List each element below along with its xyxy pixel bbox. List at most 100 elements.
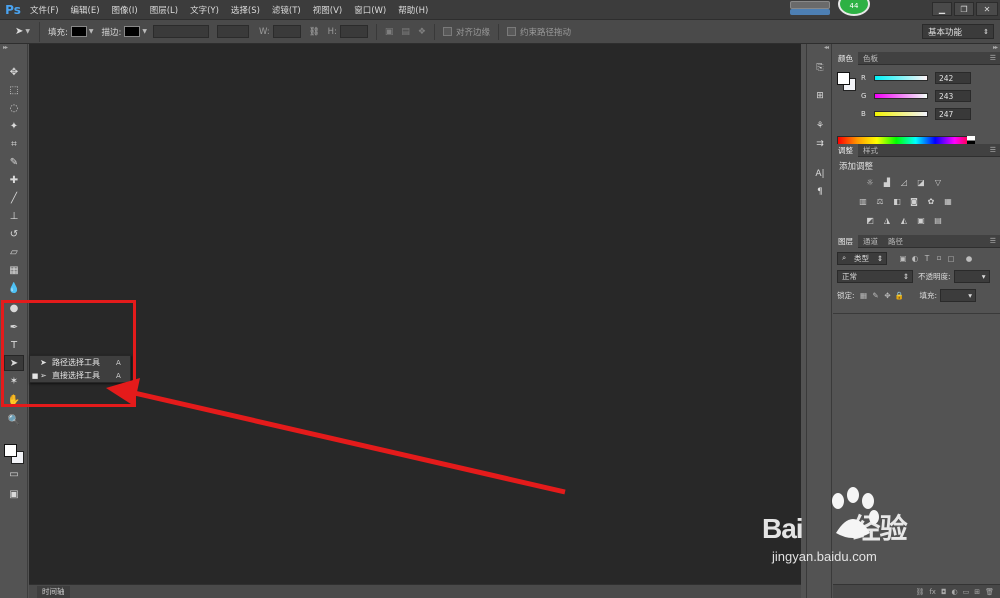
foreground-color[interactable] [837, 72, 850, 85]
photo-filter-icon[interactable]: ◙ [907, 195, 921, 207]
constrain-path-checkbox[interactable] [506, 27, 516, 36]
lock-image-icon[interactable]: ✎ [870, 291, 882, 300]
tab-styles[interactable]: 样式 [858, 144, 883, 157]
collapse-icon[interactable]: ◂◂ [807, 44, 831, 53]
chevron-down-icon[interactable]: ▼ [142, 28, 147, 35]
red-slider[interactable] [874, 75, 928, 81]
posterize-icon[interactable]: ◮ [880, 214, 894, 226]
zoom-tool-icon[interactable]: 🔍 [4, 412, 24, 428]
brush-presets-icon[interactable]: ⇉ [811, 136, 829, 152]
type-tool-icon[interactable]: T [4, 337, 24, 353]
brightness-contrast-icon[interactable]: ☼ [863, 176, 877, 188]
selective-color-icon[interactable]: ▣ [914, 214, 928, 226]
group-icon[interactable]: ▭ [963, 588, 970, 596]
width-input[interactable] [272, 25, 301, 38]
flyout-item-direct-selection[interactable]: ■ ➢ 直接选择工具 A [30, 369, 130, 382]
menu-help[interactable]: 帮助(H) [392, 4, 434, 16]
layer-mask-icon[interactable]: ◘ [941, 588, 947, 596]
path-operations-icon[interactable]: ▣ [385, 27, 394, 37]
layer-style-icon[interactable]: fx [929, 588, 936, 596]
tab-channels[interactable]: 通道 [858, 235, 883, 248]
adjustment-layer-icon[interactable]: ◐ [952, 588, 958, 596]
blur-tool-icon[interactable]: 💧 [4, 280, 24, 296]
red-value-input[interactable]: 242 [935, 72, 971, 84]
character-panel-icon[interactable]: A| [811, 166, 829, 182]
healing-brush-tool-icon[interactable]: ✚ [4, 172, 24, 188]
menu-window[interactable]: 窗口(W) [348, 4, 392, 16]
blue-slider[interactable] [874, 111, 928, 117]
delete-layer-icon[interactable]: 🗑 [985, 588, 994, 596]
collapse-icon[interactable]: ▸▸ [0, 44, 27, 53]
link-icon[interactable]: ⛓ [309, 27, 320, 37]
close-button[interactable]: ✕ [976, 2, 998, 16]
invert-icon[interactable]: ◩ [863, 214, 877, 226]
brush-tool-icon[interactable]: ╱ [4, 190, 24, 206]
menu-select[interactable]: 选择(S) [225, 4, 266, 16]
lock-transparent-icon[interactable]: ▦ [858, 291, 870, 300]
minimize-button[interactable]: ▁ [932, 2, 952, 16]
tab-swatches[interactable]: 色板 [858, 52, 883, 65]
tab-paths[interactable]: 路径 [883, 235, 908, 248]
menu-edit[interactable]: 编辑(E) [65, 4, 106, 16]
foreground-color[interactable] [4, 444, 17, 457]
document-canvas[interactable] [29, 44, 801, 584]
layers-list[interactable] [833, 313, 1000, 581]
hand-tool-icon[interactable]: ✋ [4, 392, 24, 408]
magic-wand-tool-icon[interactable]: ✦ [4, 118, 24, 134]
eyedropper-tool-icon[interactable]: ✎ [4, 154, 24, 170]
align-edges-checkbox[interactable] [442, 27, 452, 36]
path-arrangement-icon[interactable]: ❖ [418, 27, 426, 37]
tool-preset-picker[interactable]: ➤ ▼ [6, 21, 40, 42]
green-slider[interactable] [874, 93, 928, 99]
blue-value-input[interactable]: 247 [935, 108, 971, 120]
menu-filter[interactable]: 滤镜(T) [266, 4, 307, 16]
panel-menu-icon[interactable]: ☰ [990, 146, 996, 154]
fill-swatch[interactable] [70, 26, 87, 37]
stroke-width-input[interactable] [153, 25, 209, 38]
pen-tool-icon[interactable]: ✒ [4, 319, 24, 335]
gradient-tool-icon[interactable]: ▦ [4, 262, 24, 278]
screen-mode-icon[interactable]: ▣ [4, 486, 24, 502]
link-layers-icon[interactable]: ⛓ [915, 588, 924, 596]
marquee-tool-icon[interactable]: ⬚ [4, 82, 24, 98]
restore-button[interactable]: ❐ [954, 2, 974, 16]
menu-type[interactable]: 文字(Y) [184, 4, 225, 16]
move-tool-icon[interactable]: ✥ [4, 64, 24, 80]
smart-object-filter-icon[interactable]: ▢ [945, 254, 957, 263]
hue-saturation-icon[interactable]: ▥ [856, 195, 870, 207]
workspace-select[interactable]: 基本功能 ⇕ [922, 24, 994, 39]
brush-panel-icon[interactable]: ⚘ [811, 118, 829, 134]
lasso-tool-icon[interactable]: ◌ [4, 100, 24, 116]
vibrance-icon[interactable]: ▽ [931, 176, 945, 188]
shape-tool-icon[interactable]: ✶ [4, 373, 24, 389]
path-selection-tool-icon[interactable]: ➤ [4, 355, 24, 371]
history-brush-tool-icon[interactable]: ↺ [4, 226, 24, 242]
chevron-down-icon[interactable]: ▼ [89, 28, 94, 35]
stroke-type-select[interactable] [217, 25, 249, 38]
color-swatches[interactable] [4, 444, 26, 466]
black-white-icon[interactable]: ◧ [890, 195, 904, 207]
lock-all-icon[interactable]: 🔒 [894, 291, 906, 300]
quick-mask-icon[interactable]: ▭ [4, 466, 24, 482]
flyout-item-path-selection[interactable]: ➤ 路径选择工具 A [30, 356, 130, 369]
crop-tool-icon[interactable]: ⌗ [4, 136, 24, 152]
path-alignment-icon[interactable]: ▤ [401, 27, 410, 37]
tab-layers[interactable]: 图层 [833, 234, 858, 248]
levels-icon[interactable]: ▟ [880, 176, 894, 188]
menu-layer[interactable]: 图层(L) [144, 4, 184, 16]
tab-color[interactable]: 颜色 [833, 51, 858, 65]
curves-icon[interactable]: ◿ [897, 176, 911, 188]
fill-input[interactable]: ▾ [940, 288, 977, 302]
color-panel-swatches[interactable] [837, 72, 859, 94]
history-panel-icon[interactable]: ⎘ [811, 60, 829, 76]
eraser-tool-icon[interactable]: ▱ [4, 244, 24, 260]
pixel-filter-icon[interactable]: ▣ [897, 254, 909, 263]
blend-mode-select[interactable]: 正常 ⇕ [837, 269, 913, 283]
stroke-swatch[interactable] [124, 26, 141, 37]
threshold-icon[interactable]: ◭ [897, 214, 911, 226]
properties-panel-icon[interactable]: ⊞ [811, 88, 829, 104]
lock-position-icon[interactable]: ✥ [882, 291, 894, 300]
panel-menu-icon[interactable]: ☰ [990, 54, 996, 62]
opacity-input[interactable]: ▾ [953, 269, 990, 283]
green-value-input[interactable]: 243 [935, 90, 971, 102]
